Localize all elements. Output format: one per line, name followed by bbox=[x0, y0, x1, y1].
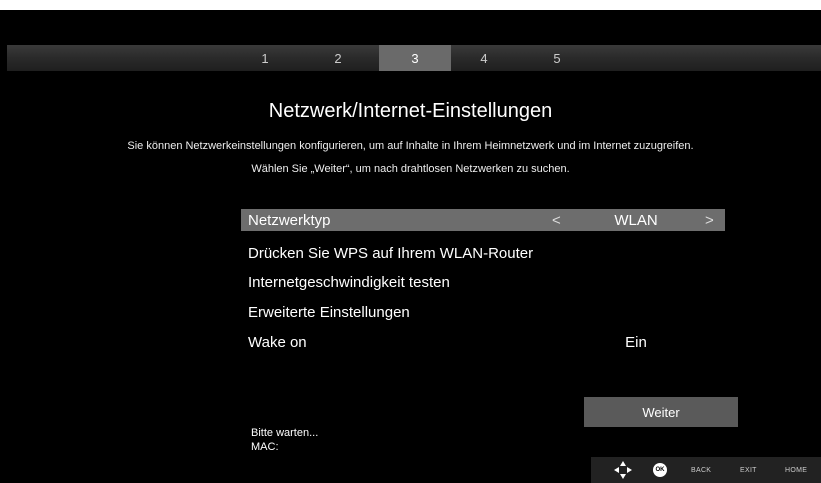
description-line-2: Wählen Sie „Weiter“, um nach drahtlosen … bbox=[251, 163, 570, 175]
network-type-label: Netzwerktyp bbox=[248, 211, 331, 229]
mac-label: MAC: bbox=[251, 441, 279, 453]
menu-item-wps[interactable]: Drücken Sie WPS auf Ihrem WLAN-Router bbox=[241, 242, 725, 264]
wake-on-label: Wake on bbox=[248, 333, 307, 351]
exit-hint: EXIT bbox=[740, 466, 757, 474]
status-waiting: Bitte warten... bbox=[251, 427, 319, 439]
menu-item-advanced-settings[interactable]: Erweiterte Einstellungen bbox=[241, 301, 725, 323]
weiter-button[interactable]: Weiter bbox=[584, 397, 738, 427]
back-hint: BACK bbox=[691, 466, 712, 474]
network-type-value: WLAN bbox=[614, 211, 658, 229]
step-5: 5 bbox=[553, 50, 561, 66]
description-line-1: Sie können Netzwerkeinstellungen konfigu… bbox=[127, 140, 694, 152]
wake-on-value: Ein bbox=[625, 333, 647, 351]
menu-item-wake-on[interactable]: Wake on Ein bbox=[241, 331, 725, 353]
advanced-settings-label: Erweiterte Einstellungen bbox=[248, 303, 410, 321]
step-4: 4 bbox=[480, 50, 488, 66]
chevron-right-icon[interactable]: > bbox=[705, 209, 714, 231]
menu-item-network-type[interactable]: Netzwerktyp < WLAN > bbox=[241, 209, 725, 231]
home-hint: HOME bbox=[785, 466, 808, 474]
ok-button-icon: OK bbox=[653, 463, 667, 477]
top-frame bbox=[0, 0, 821, 10]
menu-item-speed-test[interactable]: Internetgeschwindigkeit testen bbox=[241, 271, 725, 293]
speed-test-label: Internetgeschwindigkeit testen bbox=[248, 273, 450, 291]
page-title: Netzwerk/Internet-Einstellungen bbox=[268, 100, 553, 122]
step-3-active: 3 bbox=[379, 45, 451, 71]
step-2: 2 bbox=[334, 50, 342, 66]
step-1: 1 bbox=[261, 50, 269, 66]
remote-hints-bar: OK BACK EXIT HOME bbox=[591, 457, 821, 483]
wps-label: Drücken Sie WPS auf Ihrem WLAN-Router bbox=[248, 244, 534, 262]
dpad-icon bbox=[614, 461, 632, 479]
